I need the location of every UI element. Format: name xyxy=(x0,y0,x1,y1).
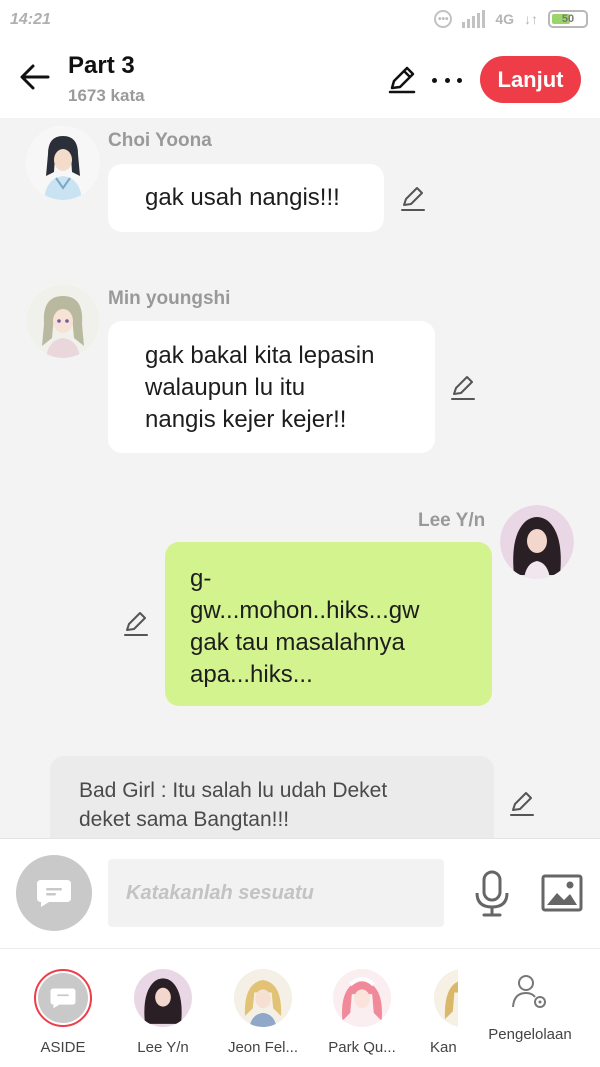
chat-bubble-icon xyxy=(37,880,71,907)
message-line: gak bakal kita lepasin xyxy=(145,342,375,369)
message-line: Bad Girl : Itu salah lu udah Deket xyxy=(79,779,388,802)
my-message-bubble[interactable]: g- gw...mohon..hiks...gw gak tau masalah… xyxy=(165,542,492,706)
character-label: Jeon Fel... xyxy=(227,1039,299,1056)
message-input[interactable] xyxy=(108,859,444,927)
message-line: gak tau masalahnya xyxy=(190,629,405,656)
dnd-icon: ••• xyxy=(434,10,453,28)
message-line: walaupun lu itu xyxy=(145,374,306,401)
edit-message-icon[interactable] xyxy=(399,185,427,213)
message-bubble[interactable]: gak bakal kita lepasin walaupun lu itu n… xyxy=(108,321,435,453)
chat-area[interactable]: Choi Yoona gak usah nangis!!! Min youngs… xyxy=(0,118,600,838)
next-button[interactable]: Lanjut xyxy=(480,56,581,103)
avatar xyxy=(333,969,391,1027)
character-label: ASIDE xyxy=(40,1039,86,1056)
signal-icon xyxy=(462,10,486,28)
character-park[interactable]: Park Qu... xyxy=(317,969,407,1056)
header: Part 3 1673 kata Lanjut xyxy=(0,42,600,118)
character-label: Park Qu... xyxy=(328,1039,396,1056)
avatar-lee-yn[interactable] xyxy=(500,505,574,579)
edit-title-icon[interactable] xyxy=(386,64,418,96)
aside-avatar xyxy=(34,969,92,1027)
battery-icon: 50 xyxy=(548,10,588,28)
speaker-name: Choi Yoona xyxy=(108,130,212,151)
battery-level: 50 xyxy=(561,13,575,25)
input-bar xyxy=(0,838,600,948)
avatar-min-youngshi[interactable] xyxy=(26,284,100,358)
avatar xyxy=(434,969,458,1027)
speaker-name: Lee Y/n xyxy=(418,510,486,531)
edit-message-icon[interactable] xyxy=(449,374,477,402)
back-arrow-icon[interactable] xyxy=(18,60,52,94)
character-label: Lee Y/n xyxy=(137,1039,189,1056)
character-jeon[interactable]: Jeon Fel... xyxy=(218,969,308,1056)
network-type: 4G xyxy=(495,11,514,27)
edit-message-icon[interactable] xyxy=(508,790,536,818)
message-line: gw...mohon..hiks...gw xyxy=(190,597,420,624)
character-kan[interactable]: Kan xyxy=(412,969,458,1056)
status-time: 14:21 xyxy=(10,11,51,28)
avatar xyxy=(134,969,192,1027)
data-arrows-icon: ↓↑ xyxy=(524,11,538,27)
avatar xyxy=(234,969,292,1027)
message-line: deket sama Bangtan!!! xyxy=(79,808,290,831)
character-label: Kan xyxy=(430,1039,457,1056)
message-bubble[interactable]: gak usah nangis!!! xyxy=(108,164,384,232)
more-options-icon[interactable] xyxy=(432,68,462,92)
page-title: Part 3 xyxy=(68,52,135,79)
message-line: apa...hiks... xyxy=(190,661,313,688)
character-bar: ASIDE Lee Y/n Jeon Fel... Park Qu... Kan… xyxy=(0,948,600,1067)
title-block: Part 3 1673 kata xyxy=(68,52,145,106)
character-aside[interactable]: ASIDE xyxy=(18,969,108,1056)
status-icons: ••• 4G ↓↑ 50 xyxy=(434,10,588,28)
microphone-icon[interactable] xyxy=(472,869,512,919)
manage-label: Pengelolaan xyxy=(488,1026,572,1043)
word-count: 1673 kata xyxy=(68,86,145,105)
message-line: nangis kejer kejer!! xyxy=(145,406,347,433)
speaker-name: Min youngshi xyxy=(108,288,231,309)
image-icon[interactable] xyxy=(541,873,583,913)
message-line: gak usah nangis!!! xyxy=(145,184,340,211)
avatar-choi-yoona[interactable] xyxy=(26,126,100,200)
aside-toggle-button[interactable] xyxy=(16,855,92,931)
narration-bubble[interactable]: Bad Girl : Itu salah lu udah Deket deket… xyxy=(50,756,494,838)
character-lee-yn[interactable]: Lee Y/n xyxy=(118,969,208,1056)
manage-characters-button[interactable]: Pengelolaan xyxy=(480,973,580,1043)
user-settings-icon xyxy=(512,975,546,1008)
edit-message-icon[interactable] xyxy=(122,610,150,638)
message-line: g- xyxy=(190,565,212,592)
chat-bubble-icon xyxy=(50,988,76,1009)
status-bar: 14:21 ••• 4G ↓↑ 50 xyxy=(0,0,600,42)
